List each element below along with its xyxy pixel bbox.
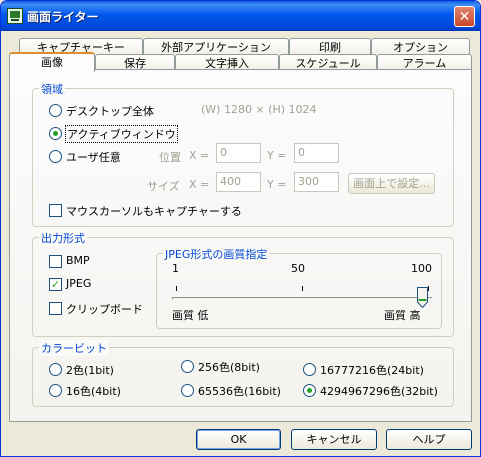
size-w-field[interactable]: 400: [216, 172, 261, 192]
dialog-window: 画面ライター ✕ キャプチャーキー 外部アプリケーション 印刷 オプション 画像…: [0, 0, 481, 457]
color-256-label: 256色(8bit): [198, 361, 260, 374]
tab-external-app[interactable]: 外部アプリケーション: [143, 38, 289, 55]
bmp-label: BMP: [66, 254, 90, 267]
pos-x-label: X =: [189, 149, 210, 162]
size-label: サイズ: [147, 180, 180, 193]
color-65536-label: 65536色(16bit): [198, 385, 281, 398]
title-bar[interactable]: 画面ライター ✕: [1, 1, 480, 31]
mouse-cursor-checkbox[interactable]: [49, 204, 62, 217]
app-icon: [7, 8, 23, 24]
position-label: 位置: [159, 151, 181, 164]
ok-button[interactable]: OK: [196, 429, 281, 450]
color-16-radio[interactable]: [49, 384, 62, 397]
color-2-label: 2色(1bit): [66, 364, 114, 377]
color-24bit-label: 16777216色(24bit): [320, 364, 424, 377]
quality-slider-thumb[interactable]: [417, 287, 428, 308]
size-h-field[interactable]: 300: [294, 172, 339, 192]
desktop-radio[interactable]: [49, 104, 62, 117]
active-window-radio[interactable]: [49, 127, 62, 140]
jpeg-quality-title: JPEG形式の画質指定: [163, 246, 270, 262]
slider-tick-max: [428, 286, 429, 291]
size-w-label: X =: [189, 178, 210, 191]
mouse-cursor-label: マウスカーソルもキャプチャーする: [66, 205, 242, 218]
jpeg-checkbox[interactable]: ✓: [49, 278, 62, 291]
size-h-label: Y =: [267, 178, 287, 191]
cancel-button[interactable]: キャンセル: [291, 429, 377, 450]
checkmark-icon: ✓: [50, 278, 61, 291]
pos-y-label: Y =: [267, 149, 287, 162]
quality-low-label: 画質 低: [172, 309, 209, 322]
tab-options[interactable]: オプション: [371, 38, 470, 55]
color-24bit-radio[interactable]: [303, 363, 316, 376]
help-button[interactable]: ヘルプ: [386, 429, 472, 450]
set-on-screen-button[interactable]: 画面上で設定...: [348, 173, 435, 194]
color-bit-title: カラービット: [39, 340, 109, 356]
pos-y-field[interactable]: 0: [294, 143, 339, 163]
color-65536-radio[interactable]: [181, 384, 194, 397]
desktop-label: デスクトップ全体: [66, 105, 154, 118]
output-format-title: 出力形式: [39, 230, 87, 246]
quality-high-label: 画質 高: [384, 309, 421, 322]
custom-radio[interactable]: [49, 150, 62, 163]
color-256-radio[interactable]: [181, 360, 194, 373]
jpeg-label: JPEG: [66, 277, 92, 290]
window-title: 画面ライター: [27, 10, 99, 24]
color-32bit-label: 4294967296色(32bit): [320, 385, 438, 398]
quality-slider-track[interactable]: [172, 297, 433, 300]
slider-tick-min: [176, 286, 177, 291]
custom-label: ユーザ任意: [66, 151, 121, 164]
color-32bit-radio[interactable]: [303, 384, 316, 397]
close-icon: ✕: [458, 9, 471, 25]
region-group-title: 領域: [39, 81, 65, 97]
quality-max-label: 100: [411, 262, 432, 275]
resolution-text: (W) 1280 × (H) 1024: [201, 103, 317, 116]
quality-min-label: 1: [172, 262, 179, 275]
close-button[interactable]: ✕: [454, 6, 475, 27]
active-window-label: アクティブウィンドウ: [65, 125, 178, 143]
tab-print[interactable]: 印刷: [289, 38, 371, 55]
pos-x-field[interactable]: 0: [216, 143, 261, 163]
clipboard-label: クリップボード: [66, 303, 143, 316]
color-16-label: 16色(4bit): [66, 385, 121, 398]
slider-tick-mid: [302, 286, 303, 291]
quality-mid-label: 50: [291, 262, 305, 275]
clipboard-checkbox[interactable]: [49, 302, 62, 315]
color-2-radio[interactable]: [49, 363, 62, 376]
bmp-checkbox[interactable]: [49, 255, 62, 268]
tab-image[interactable]: 画像: [9, 52, 95, 72]
